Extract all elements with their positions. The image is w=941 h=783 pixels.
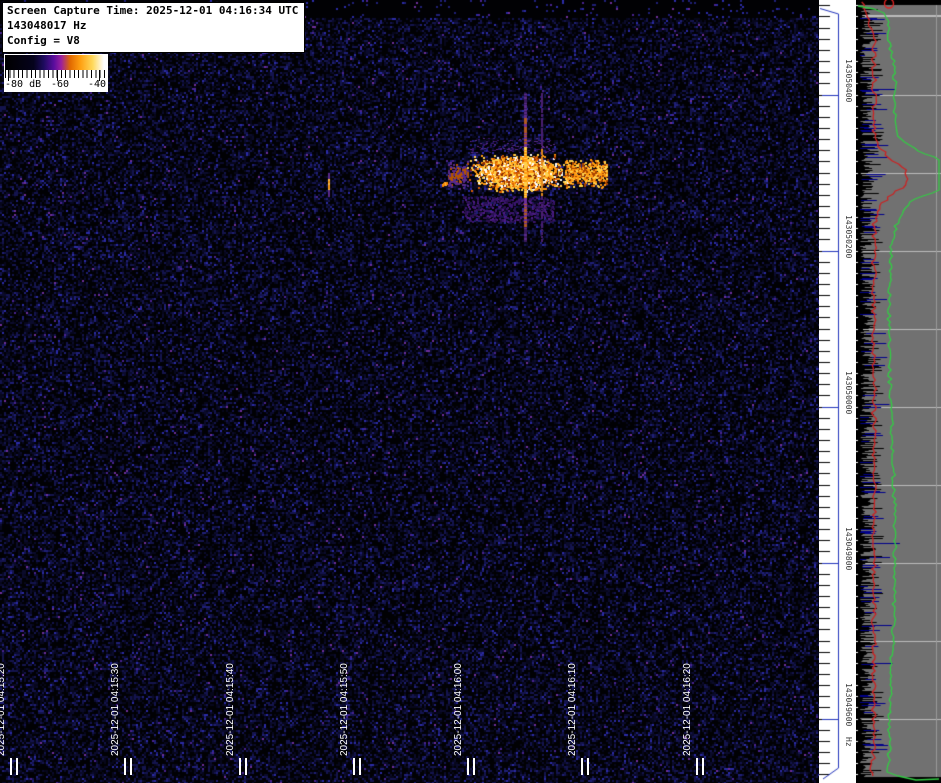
- colorbar-tick-ruler: [5, 70, 107, 78]
- frequency-label: 143050200: [844, 215, 853, 258]
- time-tick: [239, 758, 241, 775]
- frequency-label: 143049800: [844, 527, 853, 570]
- time-tick: [124, 758, 126, 775]
- time-tick: [702, 758, 704, 775]
- frequency-label: 143050400: [844, 59, 853, 102]
- time-label: 2025-12-01 04:15:50: [338, 663, 351, 756]
- waterfall-display[interactable]: [0, 0, 819, 783]
- time-label: 2025-12-01 04:16:10: [566, 663, 579, 756]
- time-tick: [16, 758, 18, 775]
- colorbar-label-mid: -60: [51, 79, 69, 90]
- time-label: 2025-12-01 04:15:30: [109, 663, 122, 756]
- intensity-colorbar: -80 dB -60 -40: [4, 54, 108, 92]
- colorbar-gradient: [5, 55, 107, 70]
- time-tick: [581, 758, 583, 775]
- colorbar-label-max: -40: [88, 79, 106, 90]
- frequency-label: 143050000: [844, 371, 853, 414]
- time-tick: [473, 758, 475, 775]
- frequency-label: 143049600: [844, 683, 853, 726]
- time-label: 2025-12-01 04:15:20: [0, 663, 8, 756]
- time-tick: [587, 758, 589, 775]
- spectrum-side-panel: [856, 0, 941, 783]
- spectrogram-app-window: Screen Capture Time: 2025-12-01 04:16:34…: [0, 0, 941, 783]
- colorbar-label-min: -80 dB: [5, 79, 41, 90]
- capture-time-text: Screen Capture Time: 2025-12-01 04:16:34…: [7, 4, 298, 19]
- capture-info-overlay: Screen Capture Time: 2025-12-01 04:16:34…: [2, 2, 305, 53]
- time-tick: [467, 758, 469, 775]
- time-tick: [359, 758, 361, 775]
- time-label: 2025-12-01 04:15:40: [224, 663, 237, 756]
- colorbar-labels: -80 dB -60 -40: [5, 78, 107, 91]
- config-readout: Config = V8: [7, 34, 298, 49]
- time-label: 2025-12-01 04:16:00: [452, 663, 465, 756]
- time-tick: [10, 758, 12, 775]
- frequency-readout: 143048017 Hz: [7, 19, 298, 34]
- time-tick: [696, 758, 698, 775]
- time-tick: [245, 758, 247, 775]
- time-tick: [353, 758, 355, 775]
- time-tick: [130, 758, 132, 775]
- frequency-unit-label: Hz: [844, 737, 853, 747]
- time-label: 2025-12-01 04:16:20: [681, 663, 694, 756]
